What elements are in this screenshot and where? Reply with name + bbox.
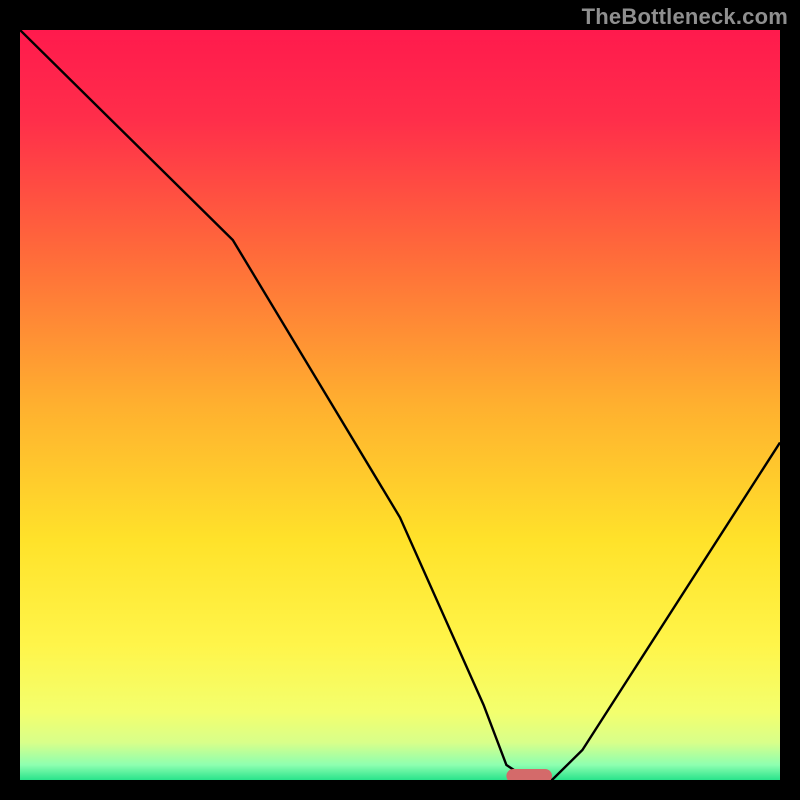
- chart-svg: [20, 30, 780, 780]
- bottleneck-chart: [20, 30, 780, 780]
- watermark-text: TheBottleneck.com: [582, 4, 788, 30]
- optimal-marker: [506, 769, 552, 780]
- chart-frame: TheBottleneck.com: [0, 0, 800, 800]
